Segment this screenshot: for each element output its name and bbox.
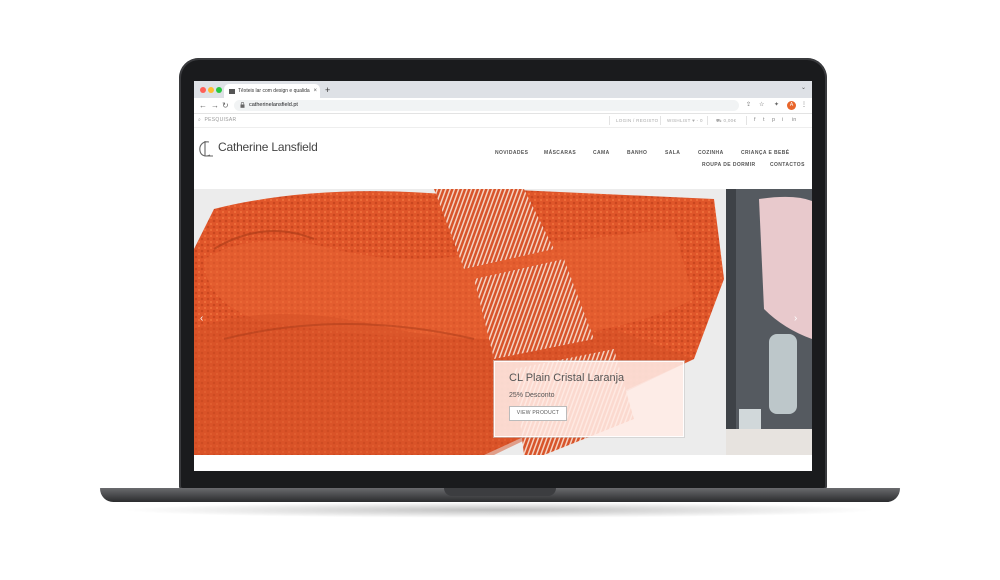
hero-slider: ‹ › CL Plain Cristal Laranja 25% Descont…	[194, 189, 812, 455]
slider-prev-arrow[interactable]: ‹	[200, 313, 203, 324]
logo-mark-icon[interactable]	[198, 139, 214, 159]
nav-contactos[interactable]: CONTACTOS	[770, 162, 805, 168]
browser-tab-bar: Têxteis lar com design e qualidade × + ⌄	[194, 81, 812, 98]
new-tab-button[interactable]: +	[325, 83, 330, 97]
divider	[707, 116, 708, 125]
logo-text[interactable]: Catherine Lansfield	[218, 140, 318, 154]
site-header: Catherine Lansfield NOVIDADES MÁSCARAS C…	[194, 128, 812, 188]
nav-sala[interactable]: SALA	[665, 150, 680, 156]
profile-avatar[interactable]: A	[787, 101, 796, 110]
bookmark-star-icon[interactable]: ☆	[759, 101, 764, 110]
tab-search-icon[interactable]: ⌄	[801, 84, 806, 91]
site-top-bar: ⌕ PESQUISAR LOGIN / REGISTO WISHLIST ♥ -…	[194, 114, 812, 128]
back-icon[interactable]: ←	[199, 100, 207, 111]
divider	[660, 116, 661, 125]
view-product-button[interactable]: VIEW PRODUCT	[509, 406, 567, 421]
login-link[interactable]: LOGIN / REGISTO	[616, 114, 658, 127]
favicon-icon	[229, 89, 235, 94]
pinterest-icon[interactable]: p	[772, 114, 775, 127]
share-icon[interactable]: ⇪	[746, 101, 751, 110]
page-below-hero	[194, 455, 812, 471]
search-label: PESQUISAR	[204, 117, 237, 123]
nav-mascaras[interactable]: MÁSCARAS	[544, 150, 576, 156]
twitter-icon[interactable]: t	[763, 114, 765, 127]
extensions-icon[interactable]: ✦	[774, 101, 779, 110]
wishlist-link[interactable]: WISHLIST ♥ - 0	[667, 114, 703, 127]
hero-caption: CL Plain Cristal Laranja 25% Desconto VI…	[493, 360, 685, 438]
facebook-icon[interactable]: f	[754, 114, 756, 127]
minimize-window-button[interactable]	[208, 87, 214, 93]
cart-total: 0,00€	[723, 118, 737, 123]
browser-toolbar: ← → ↻ catherinelansfield.pt ⇪ ☆ ✦ A ⋮	[194, 98, 812, 114]
instagram-icon[interactable]: i	[782, 114, 783, 127]
address-bar[interactable]: catherinelansfield.pt	[234, 100, 739, 111]
lock-icon	[240, 102, 245, 108]
linkedin-icon[interactable]: in	[792, 114, 796, 127]
maximize-window-button[interactable]	[216, 87, 222, 93]
search-field[interactable]: ⌕ PESQUISAR	[198, 114, 236, 127]
divider	[746, 116, 747, 125]
search-icon: ⌕	[198, 117, 202, 123]
url-text: catherinelansfield.pt	[249, 102, 298, 108]
nav-cozinha[interactable]: COZINHA	[698, 150, 724, 156]
close-window-button[interactable]	[200, 87, 206, 93]
laptop-shadow	[120, 502, 880, 518]
menu-icon[interactable]: ⋮	[801, 101, 807, 110]
close-tab-icon[interactable]: ×	[313, 84, 317, 98]
cart-link[interactable]: ⛟ 0,00€	[716, 114, 736, 127]
reload-icon[interactable]: ↻	[222, 100, 229, 111]
divider	[609, 116, 610, 125]
browser-tab[interactable]: Têxteis lar com design e qualidade ×	[224, 84, 320, 98]
nav-roupa-de-dormir[interactable]: ROUPA DE DORMIR	[702, 162, 756, 168]
nav-banho[interactable]: BANHO	[627, 150, 647, 156]
tab-title: Têxteis lar com design e qualidade	[238, 88, 310, 94]
laptop-notch	[444, 488, 556, 496]
forward-icon[interactable]: →	[211, 100, 219, 111]
nav-crianca-bebe[interactable]: CRIANÇA E BEBÉ	[741, 150, 789, 156]
cart-icon: ⛟	[716, 118, 722, 123]
slider-next-arrow[interactable]: ›	[794, 313, 797, 324]
hero-subtitle: 25% Desconto	[509, 392, 555, 399]
nav-novidades[interactable]: NOVIDADES	[495, 150, 528, 156]
hero-title: CL Plain Cristal Laranja	[509, 372, 625, 384]
laptop-screen: Têxteis lar com design e qualidade × + ⌄…	[194, 81, 812, 471]
nav-cama[interactable]: CAMA	[593, 150, 610, 156]
